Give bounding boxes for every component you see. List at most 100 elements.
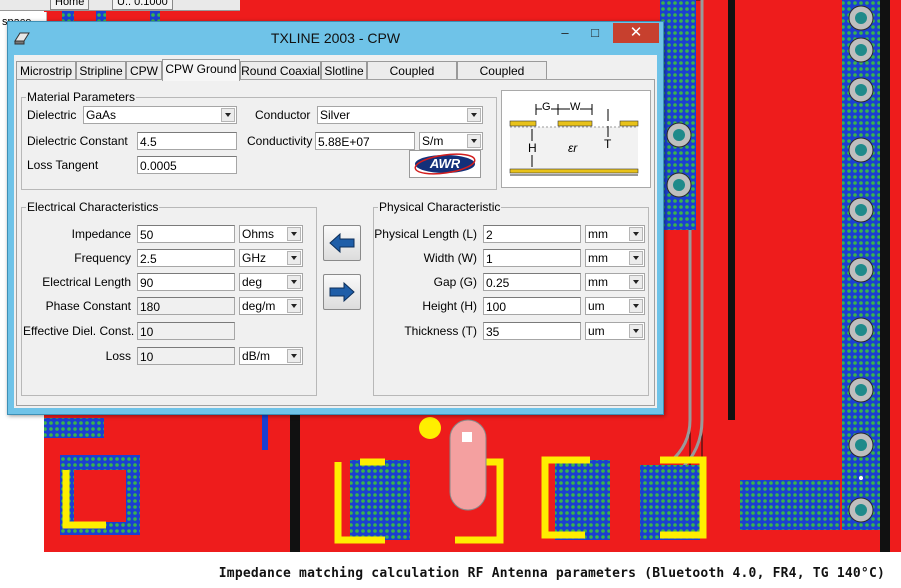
dielectric-constant-field[interactable]: 4.5	[137, 132, 237, 150]
loss-unit-select[interactable]: dB/m	[239, 347, 303, 365]
width-label: Width (W)	[423, 251, 477, 265]
conductivity-unit-select[interactable]: S/m	[419, 132, 483, 150]
dielectric-select[interactable]: GaAs	[83, 106, 237, 124]
dielectric-label: Dielectric	[27, 108, 77, 122]
chevron-down-icon	[629, 275, 643, 289]
impedance-unit-select[interactable]: Ohms	[239, 225, 303, 243]
chevron-down-icon	[221, 108, 235, 122]
impedance-field[interactable]: 50	[137, 225, 235, 243]
dielectric-value: GaAs	[86, 108, 117, 122]
phase-constant-unit-value: deg/m	[242, 299, 276, 313]
gap-unit-value: mm	[588, 275, 608, 289]
close-button[interactable]: ✕	[613, 23, 659, 43]
cpw-ground-diagram: G W H T εr	[501, 90, 651, 188]
electrical-length-unit-value: deg	[242, 275, 263, 289]
physical-characteristic-legend: Physical Characteristic	[379, 200, 501, 214]
dielectric-constant-label: Dielectric Constant	[27, 134, 128, 148]
chevron-down-icon	[629, 227, 643, 241]
left-arrow-icon	[329, 232, 355, 254]
frequency-unit-select[interactable]: GHz	[239, 249, 303, 267]
frequency-label: Frequency	[74, 251, 131, 265]
loss-label: Loss	[105, 349, 131, 363]
tab-coupled-msline[interactable]: Coupled MSLine	[367, 61, 457, 96]
electrical-length-label: Electrical Length	[42, 275, 131, 289]
chevron-down-icon	[629, 251, 643, 265]
impedance-label: Impedance	[71, 227, 131, 241]
tab-slotline[interactable]: Slotline	[321, 61, 367, 80]
conductivity-label: Conductivity	[247, 134, 313, 148]
electrical-length-field[interactable]: 90	[137, 273, 235, 291]
impedance-unit-value: Ohms	[242, 227, 275, 241]
figure-caption: Impedance matching calculation RF Antenn…	[218, 566, 885, 581]
chevron-down-icon	[287, 275, 301, 289]
height-unit-select[interactable]: um	[585, 297, 645, 315]
height-field[interactable]: 100	[483, 297, 581, 315]
thickness-unit-value: um	[588, 324, 605, 338]
tab-panel: Material Parameters Dielectric GaAs Cond…	[16, 79, 655, 406]
thickness-unit-select[interactable]: um	[585, 322, 645, 340]
chevron-down-icon	[287, 299, 301, 313]
title-bar[interactable]: TXLINE 2003 - CPW – □ ✕	[8, 22, 663, 54]
physical-length-unit-select[interactable]: mm	[585, 225, 645, 243]
chevron-down-icon	[467, 108, 481, 122]
height-label: Height (H)	[422, 299, 477, 313]
synthesize-button[interactable]	[323, 225, 361, 261]
phase-constant-field: 180	[137, 297, 235, 315]
conductor-label: Conductor	[255, 108, 311, 122]
tab-microstrip[interactable]: Microstrip	[16, 61, 76, 80]
loss-unit-value: dB/m	[242, 349, 271, 363]
permittivity-symbol: εr	[568, 141, 578, 155]
conductivity-field[interactable]: 5.88E+07	[315, 132, 415, 150]
thickness-label: Thickness (T)	[404, 324, 477, 338]
physical-length-field[interactable]: 2	[483, 225, 581, 243]
chevron-down-icon	[287, 227, 301, 241]
loss-tangent-label: Loss Tangent	[27, 158, 99, 172]
minimize-button[interactable]: –	[551, 23, 579, 43]
chevron-down-icon	[629, 299, 643, 313]
effective-diel-const-field: 10	[137, 322, 235, 340]
physical-length-label: Physical Length (L)	[374, 227, 477, 241]
width-unit-value: mm	[588, 251, 608, 265]
chevron-down-icon	[467, 134, 481, 148]
width-unit-select[interactable]: mm	[585, 249, 645, 267]
gap-field[interactable]: 0.25	[483, 273, 581, 291]
loss-tangent-field[interactable]: 0.0005	[137, 156, 237, 174]
gap-unit-select[interactable]: mm	[585, 273, 645, 291]
height-symbol: H	[528, 141, 537, 155]
chevron-down-icon	[287, 251, 301, 265]
conductor-select[interactable]: Silver	[317, 106, 483, 124]
material-parameters-legend: Material Parameters	[27, 90, 136, 104]
tab-cpw[interactable]: CPW	[126, 61, 162, 80]
zoom-button[interactable]: U.. 0.1000	[112, 0, 173, 10]
frequency-unit-value: GHz	[242, 251, 266, 265]
analyze-button[interactable]	[323, 274, 361, 310]
physical-length-unit-value: mm	[588, 227, 608, 241]
thickness-symbol: T	[604, 137, 612, 151]
conductor-value: Silver	[320, 108, 351, 122]
right-arrow-icon	[329, 281, 355, 303]
gap-symbol: G	[542, 101, 551, 113]
chevron-down-icon	[287, 349, 301, 363]
loss-field: 10	[137, 347, 235, 365]
txline-window: TXLINE 2003 - CPW – □ ✕ Microstrip Strip…	[7, 21, 664, 415]
gap-label: Gap (G)	[433, 275, 477, 289]
conductivity-unit-value: S/m	[422, 134, 444, 148]
thickness-field[interactable]: 35	[483, 322, 581, 340]
electrical-length-unit-select[interactable]: deg	[239, 273, 303, 291]
home-button[interactable]: Home	[50, 0, 90, 10]
maximize-button[interactable]: □	[581, 23, 609, 43]
phase-constant-unit-select[interactable]: deg/m	[239, 297, 303, 315]
effective-diel-const-label: Effective Diel. Const.	[23, 324, 135, 338]
tab-stripline[interactable]: Stripline	[76, 61, 126, 80]
background-toolbar: Home U.. 0.1000	[0, 0, 240, 11]
chevron-down-icon	[629, 324, 643, 338]
awr-logo[interactable]: AWR	[409, 150, 481, 178]
frequency-field[interactable]: 2.5	[137, 249, 235, 267]
width-symbol: W	[570, 101, 581, 113]
window-client: Microstrip Stripline CPW CPW Ground Roun…	[14, 55, 657, 408]
tab-cpw-ground[interactable]: CPW Ground	[162, 59, 240, 81]
electrical-characteristics-legend: Electrical Characteristics	[27, 200, 159, 214]
tab-round-coaxial[interactable]: Round Coaxial	[240, 61, 321, 80]
tab-coupled-stripline[interactable]: Coupled Stripline	[457, 61, 547, 96]
width-field[interactable]: 1	[483, 249, 581, 267]
